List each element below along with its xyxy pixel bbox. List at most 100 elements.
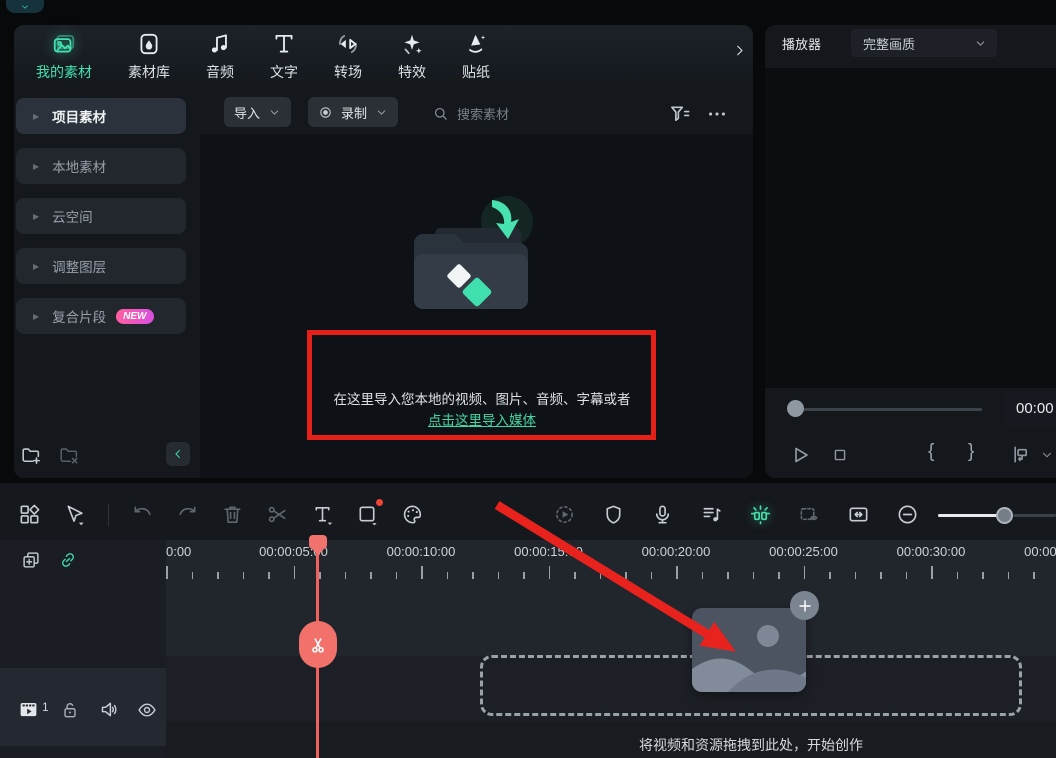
select-cursor-icon[interactable] bbox=[63, 503, 86, 526]
media-tab-bar: 我的素材素材库音频文字转场特效贴纸 bbox=[36, 30, 490, 82]
tab-sticker[interactable]: 贴纸 bbox=[462, 31, 490, 82]
video-preview bbox=[765, 68, 1056, 388]
seek-bar[interactable] bbox=[790, 408, 982, 411]
import-hint-text: 在这里导入您本地的视频、图片、音频、字幕或者 bbox=[310, 388, 654, 408]
plus-icon bbox=[797, 598, 813, 614]
caret-right-icon: ▶ bbox=[33, 112, 39, 121]
import-folder-illustration[interactable] bbox=[395, 192, 563, 332]
trash-icon[interactable] bbox=[221, 503, 244, 526]
smart-split-icon[interactable] bbox=[749, 503, 772, 526]
ruler-tick bbox=[523, 572, 525, 579]
speed-icon[interactable] bbox=[553, 503, 576, 526]
timeline-zoom-handle[interactable] bbox=[996, 507, 1013, 524]
shield-icon[interactable] bbox=[602, 503, 625, 526]
duplicate-icon[interactable] bbox=[20, 549, 42, 571]
zoom-out-icon[interactable] bbox=[896, 503, 919, 526]
preview-record-icon[interactable] bbox=[798, 503, 821, 526]
folder-plus-icon[interactable] bbox=[20, 444, 42, 466]
timeline-toolbar-left bbox=[18, 503, 424, 526]
mark-in-button[interactable]: { bbox=[928, 441, 934, 463]
window-collapse-button[interactable] bbox=[6, 0, 44, 13]
mute-speaker-icon[interactable] bbox=[99, 699, 120, 720]
text-tool-icon[interactable] bbox=[311, 503, 334, 526]
search-input[interactable] bbox=[455, 101, 640, 127]
sidebar-item-label: 云空间 bbox=[52, 206, 93, 226]
ruler-tick bbox=[829, 572, 831, 579]
ruler-tick bbox=[421, 566, 423, 579]
more-options-icon[interactable] bbox=[706, 103, 728, 125]
fit-timeline-icon[interactable] bbox=[847, 503, 870, 526]
sidebar-item-label: 复合片段 bbox=[52, 306, 106, 326]
player-title: 播放器 bbox=[782, 34, 821, 53]
audio-sync-icon[interactable] bbox=[700, 503, 723, 526]
chevron-left-icon bbox=[171, 447, 185, 461]
import-media-link[interactable]: 点击这里导入媒体 bbox=[428, 413, 536, 428]
chevron-down-icon bbox=[20, 2, 30, 12]
stop-button[interactable] bbox=[830, 445, 850, 465]
ruler-timecode-label: 00:00:20:00 bbox=[621, 544, 731, 559]
tab-transition[interactable]: 转场 bbox=[334, 31, 362, 82]
import-button[interactable]: 导入 bbox=[224, 97, 291, 127]
new-badge: NEW bbox=[116, 309, 153, 324]
redo-icon[interactable] bbox=[176, 503, 199, 526]
scissors-icon[interactable] bbox=[266, 503, 289, 526]
ruler-tick bbox=[1008, 572, 1010, 579]
search-icon bbox=[432, 105, 449, 122]
ruler-tick bbox=[498, 572, 500, 579]
sidebar-item-adjustment-layer[interactable]: ▶调整图层 bbox=[16, 248, 186, 284]
tab-text[interactable]: 文字 bbox=[270, 31, 298, 82]
ruler-tick bbox=[727, 572, 729, 579]
link-icon[interactable] bbox=[58, 550, 78, 570]
text-tab-icon bbox=[271, 31, 297, 57]
video-track-icon bbox=[18, 699, 39, 720]
effects-tab-icon bbox=[399, 31, 425, 57]
microphone-icon[interactable] bbox=[651, 503, 674, 526]
tab-library[interactable]: 素材库 bbox=[128, 31, 170, 82]
timeline-drop-hint: 将视频和资源拖拽到此处，开始创作 bbox=[480, 735, 1022, 755]
ruler-tick bbox=[192, 572, 194, 579]
ruler-tick bbox=[396, 572, 398, 579]
render-marker-button[interactable] bbox=[1008, 443, 1031, 466]
ruler-tick bbox=[753, 572, 755, 579]
chevron-down-icon[interactable] bbox=[1040, 448, 1054, 462]
timeline-zoom-slider[interactable] bbox=[938, 514, 998, 517]
mark-out-button[interactable]: } bbox=[968, 441, 974, 463]
visibility-eye-icon[interactable] bbox=[137, 700, 157, 720]
ruler-tick bbox=[574, 572, 576, 579]
folder-delete-icon[interactable] bbox=[58, 444, 80, 466]
sidebar-item-cloud-space[interactable]: ▶ 云空间 bbox=[16, 198, 186, 234]
caret-right-icon: ▶ bbox=[33, 262, 39, 271]
play-button[interactable] bbox=[788, 443, 812, 467]
grid-layout-icon[interactable] bbox=[18, 503, 41, 526]
tab-effects[interactable]: 特效 bbox=[398, 31, 426, 82]
transition-tab-icon bbox=[335, 31, 361, 57]
playhead-split-button[interactable] bbox=[299, 621, 337, 668]
app-window: 我的素材素材库音频文字转场特效贴纸 ▶项目素材▶本地素材▶云空间▶调整图层▶复合… bbox=[0, 0, 1056, 758]
quality-dropdown[interactable]: 完整画质 bbox=[851, 29, 997, 57]
ruler-tick bbox=[294, 566, 296, 579]
quality-selected-label: 完整画质 bbox=[863, 34, 915, 53]
chevron-down-icon bbox=[375, 106, 388, 119]
tab-audio[interactable]: 音频 bbox=[206, 31, 234, 82]
filter-icon[interactable] bbox=[668, 102, 691, 125]
lock-open-icon[interactable] bbox=[60, 700, 80, 720]
sidebar-item-compound-clip[interactable]: ▶ 复合片段 NEW bbox=[16, 298, 186, 334]
playhead-marker[interactable] bbox=[309, 535, 327, 549]
record-button[interactable]: 录制 bbox=[308, 97, 398, 127]
crop-frame-icon[interactable] bbox=[356, 503, 379, 526]
track-number: 1 bbox=[42, 700, 49, 714]
caret-right-icon: ▶ bbox=[33, 212, 39, 221]
seek-handle[interactable] bbox=[787, 400, 804, 417]
ruler-timecode-label: 00:00:10:00 bbox=[366, 544, 476, 559]
palette-icon[interactable] bbox=[401, 503, 424, 526]
ruler-tick bbox=[268, 572, 270, 579]
caret-right-icon: ▶ bbox=[33, 312, 39, 321]
sidebar-item-project-media[interactable]: ▶项目素材 bbox=[16, 98, 186, 134]
ruler-tick bbox=[472, 572, 474, 579]
sidebar-collapse-button[interactable] bbox=[166, 442, 190, 466]
undo-icon[interactable] bbox=[131, 503, 154, 526]
timeline-zoom-slider-rest[interactable] bbox=[1013, 514, 1056, 517]
tab-my-media[interactable]: 我的素材 bbox=[36, 31, 92, 82]
tabs-expand-icon[interactable] bbox=[731, 42, 748, 59]
sidebar-item-local-media[interactable]: ▶本地素材 bbox=[16, 148, 186, 184]
